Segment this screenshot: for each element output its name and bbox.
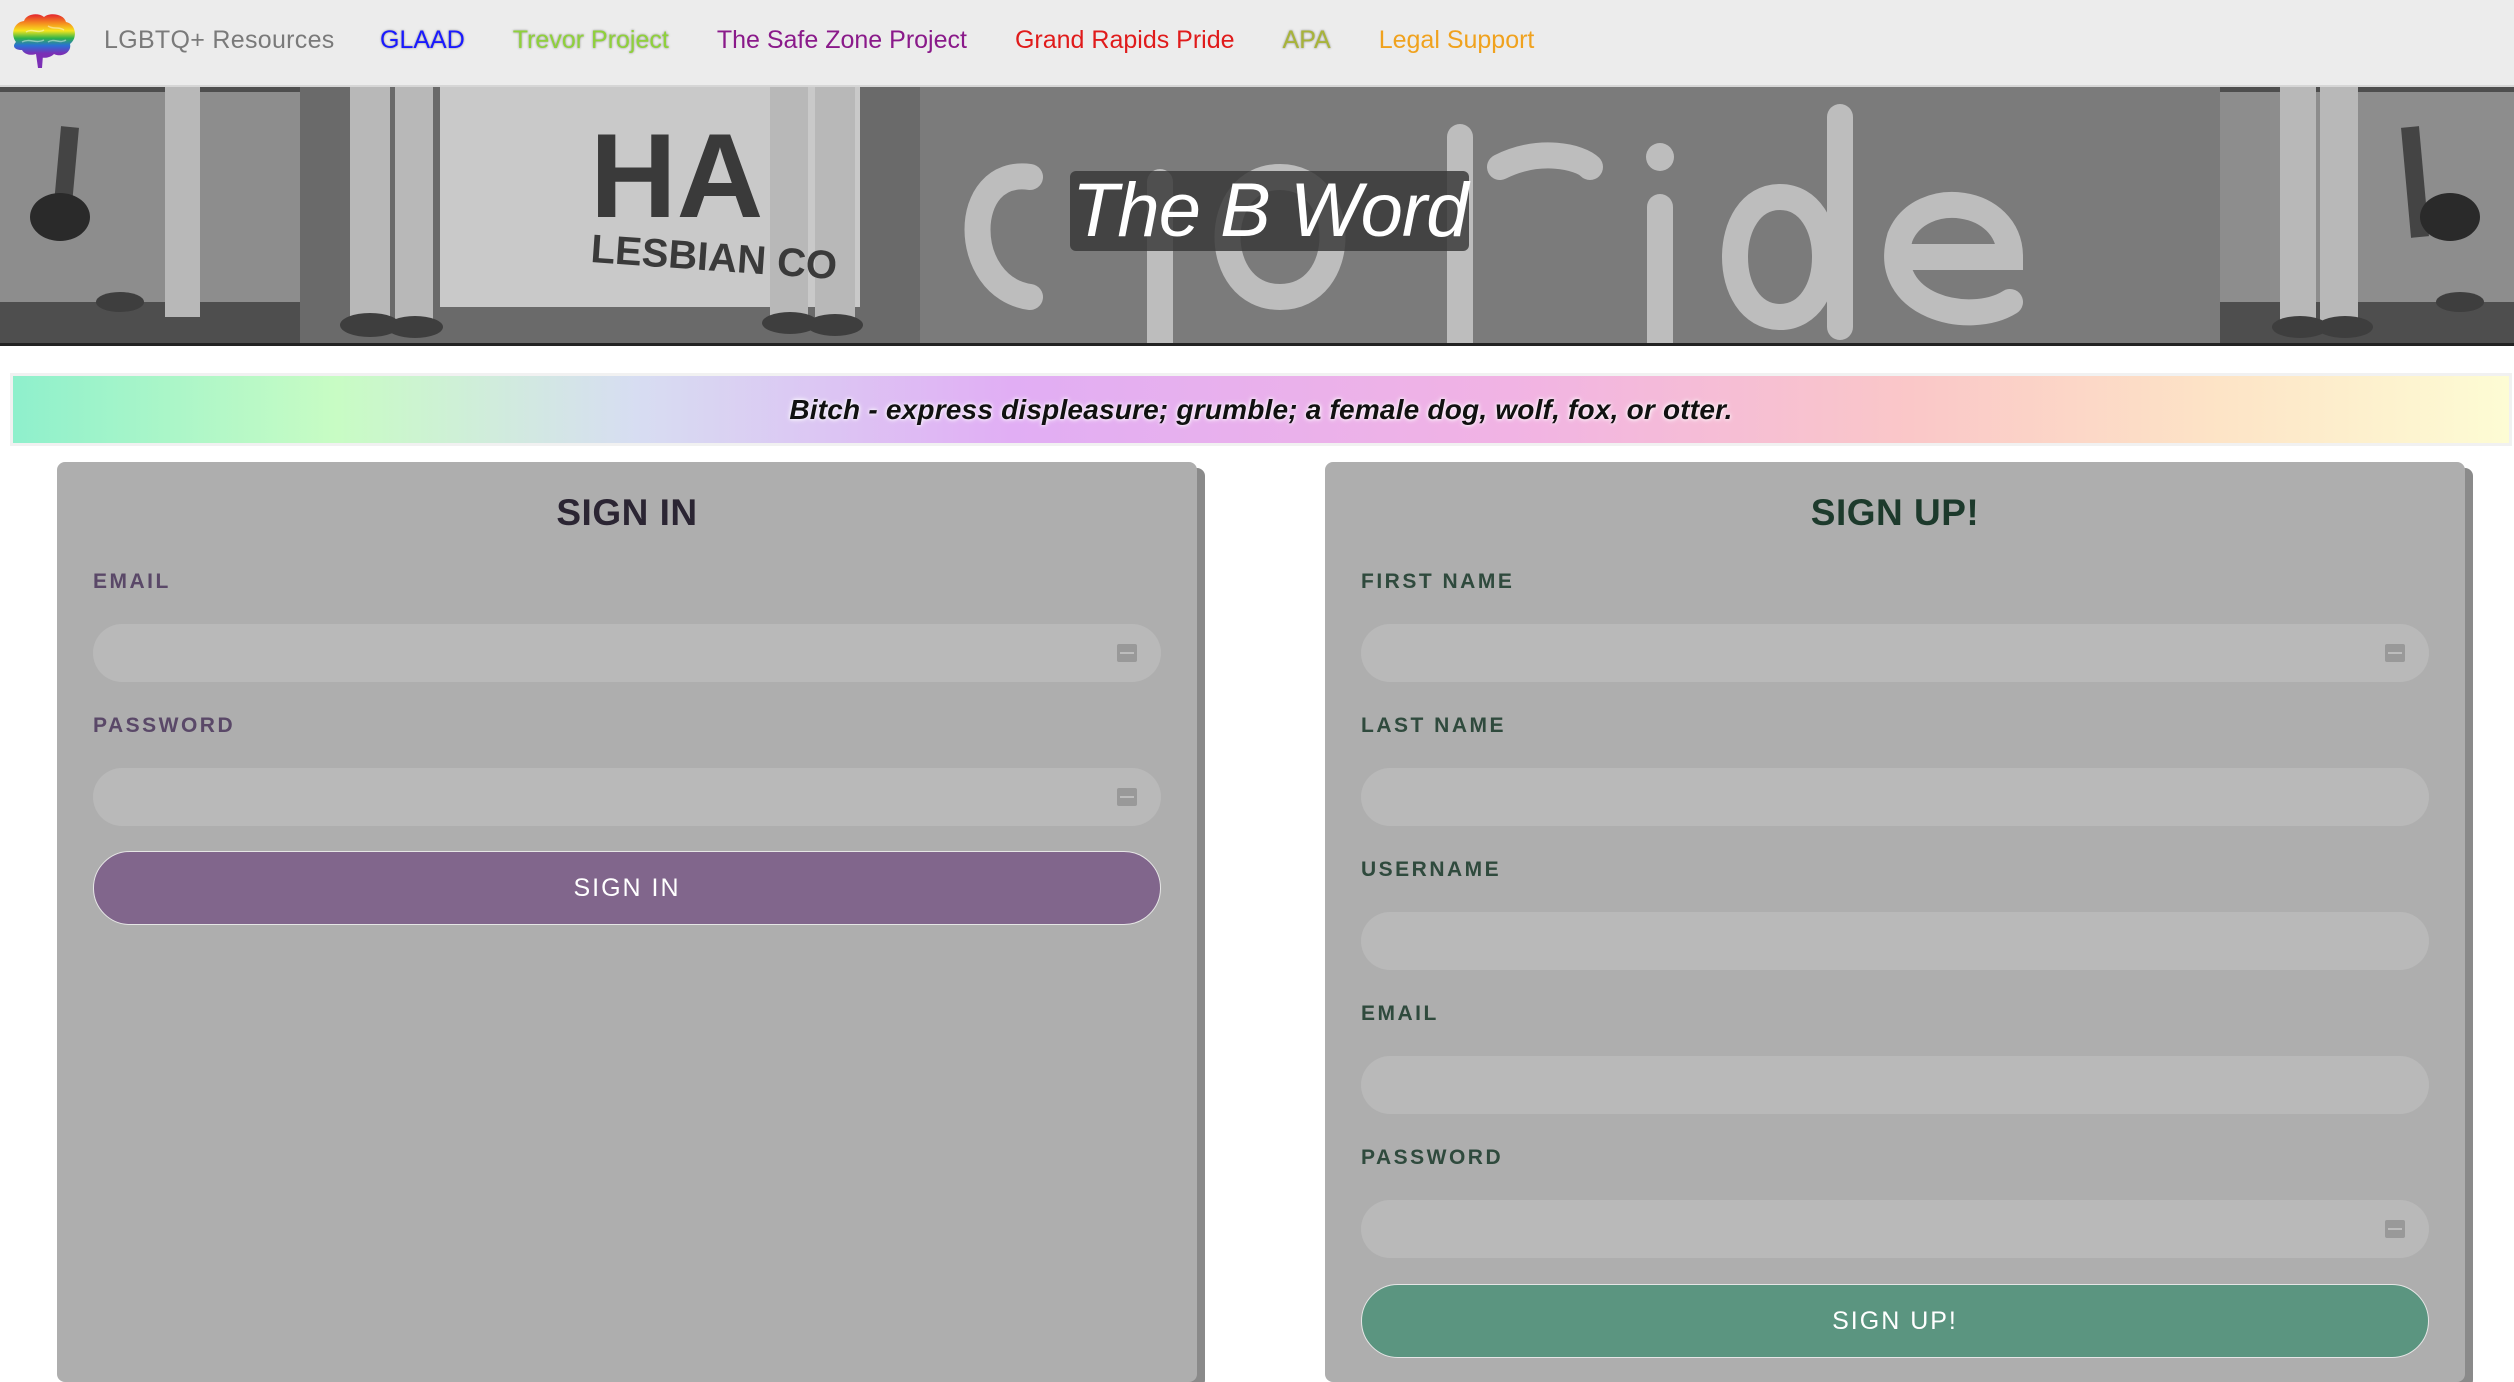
sign-in-email-label: EMAIL: [93, 570, 171, 593]
last-name-label: LAST NAME: [1361, 714, 1506, 737]
sign-up-panel: SIGN UP! FIRST NAME LAST NAME USERNAME E…: [1325, 462, 2465, 1382]
rainbow-brain-icon[interactable]: [8, 12, 78, 72]
autofill-icon[interactable]: [2385, 1220, 2405, 1238]
hero-banner: HA LESBIAN CO The B Word: [0, 87, 2514, 346]
sign-up-button[interactable]: SIGN UP!: [1361, 1284, 2429, 1358]
nav-link-grand-rapids-pride[interactable]: Grand Rapids Pride: [1015, 26, 1235, 55]
definition-banner: Bitch - express displeasure; grumble; a …: [10, 373, 2512, 446]
sign-up-email-label: EMAIL: [1361, 1002, 1439, 1025]
sign-in-title: SIGN IN: [556, 492, 698, 533]
definition-text: Bitch - express displeasure; grumble; a …: [789, 393, 1733, 425]
username-label: USERNAME: [1361, 858, 1502, 881]
autofill-icon[interactable]: [1117, 644, 1137, 662]
nav-links: GLAAD Trevor Project The Safe Zone Proje…: [380, 26, 1534, 55]
nav-link-trevor-project[interactable]: Trevor Project: [513, 26, 669, 55]
navbar: LGBTQ+ Resources GLAAD Trevor Project Th…: [0, 0, 2514, 87]
sign-in-button[interactable]: SIGN IN: [93, 851, 1161, 925]
first-name-label: FIRST NAME: [1361, 570, 1515, 593]
sign-in-password-label: PASSWORD: [93, 714, 236, 737]
nav-link-safe-zone-project[interactable]: The Safe Zone Project: [717, 26, 967, 55]
username-input[interactable]: [1361, 912, 2429, 970]
svg-text:HA: HA: [590, 109, 763, 243]
hero-title: The B Word: [1070, 168, 1470, 253]
sign-up-email-input[interactable]: [1361, 1056, 2429, 1114]
autofill-icon[interactable]: [1117, 788, 1137, 806]
last-name-input[interactable]: [1361, 768, 2429, 826]
sign-up-password-input[interactable]: [1361, 1200, 2429, 1258]
nav-link-glaad[interactable]: GLAAD: [380, 26, 465, 55]
sign-up-title: SIGN UP!: [1810, 492, 1980, 533]
nav-link-apa[interactable]: APA: [1283, 26, 1331, 55]
sign-in-password-input[interactable]: [93, 768, 1161, 826]
autofill-icon[interactable]: [2385, 644, 2405, 662]
sign-up-password-label: PASSWORD: [1361, 1146, 1504, 1169]
brand-link[interactable]: LGBTQ+ Resources: [104, 26, 335, 55]
sign-in-panel: SIGN IN EMAIL PASSWORD SIGN IN: [57, 462, 1197, 1382]
first-name-input[interactable]: [1361, 624, 2429, 682]
sign-in-email-input[interactable]: [93, 624, 1161, 682]
nav-link-legal-support[interactable]: Legal Support: [1379, 26, 1535, 55]
